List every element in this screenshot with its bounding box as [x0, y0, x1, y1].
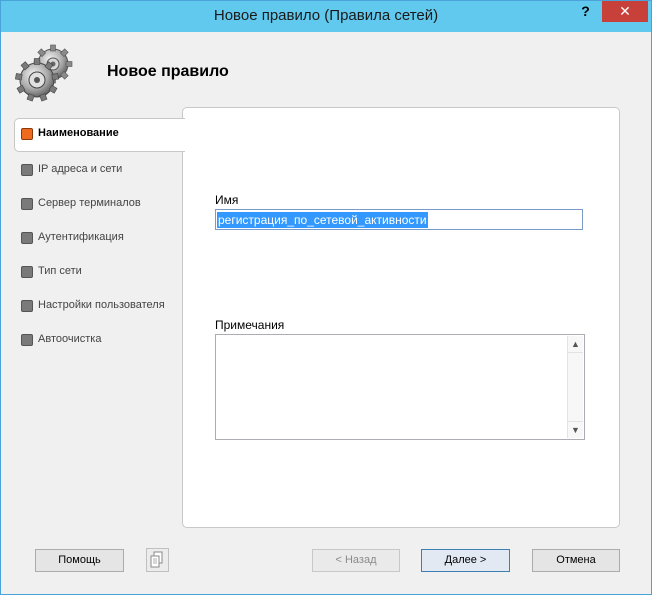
step-label: Тип сети [38, 265, 82, 277]
scroll-up-icon[interactable]: ▲ [568, 336, 583, 353]
notes-textarea[interactable]: ▲ ▼ [215, 334, 585, 440]
next-button[interactable]: Далее > [421, 549, 510, 572]
step-marker-icon [21, 198, 33, 210]
help-button[interactable]: Помощь [35, 549, 124, 572]
gears-icon [15, 44, 73, 102]
name-label: Имя [215, 193, 239, 207]
step-marker-icon [21, 164, 33, 176]
step-marker-icon [21, 266, 33, 278]
back-button[interactable]: < Назад [312, 549, 400, 572]
step-label: Автоочистка [38, 333, 102, 345]
close-button[interactable]: ✕ [602, 1, 648, 22]
step-marker-icon [21, 232, 33, 244]
title-bar[interactable]: Новое правило (Правила сетей) ? ✕ [1, 1, 651, 32]
step-label: Сервер терминалов [38, 197, 141, 209]
cancel-button[interactable]: Отмена [532, 549, 620, 572]
step-label: Аутентификация [38, 231, 124, 243]
notes-label: Примечания [215, 318, 285, 332]
notes-scrollbar[interactable]: ▲ ▼ [567, 336, 583, 438]
copy-button[interactable] [146, 548, 169, 572]
step-label: Наименование [38, 127, 119, 139]
step-label: IP адреса и сети [38, 163, 123, 175]
scroll-down-icon[interactable]: ▼ [568, 421, 583, 438]
name-input[interactable]: регистрация_по_сетевой_активности [215, 209, 583, 230]
step-label: Настройки пользователя [38, 299, 165, 311]
page-title: Новое правило [107, 63, 229, 80]
dialog-window: Новое правило (Правила сетей) ? ✕ Новое … [0, 0, 652, 595]
copy-icon [150, 551, 163, 568]
name-input-value: регистрация_по_сетевой_активности [217, 212, 428, 228]
step-marker-icon [21, 334, 33, 346]
help-title-button[interactable]: ? [572, 1, 599, 22]
step-marker-icon [21, 300, 33, 312]
step-active-marker-icon [21, 128, 33, 140]
window-title: Новое правило (Правила сетей) [213, 7, 439, 24]
